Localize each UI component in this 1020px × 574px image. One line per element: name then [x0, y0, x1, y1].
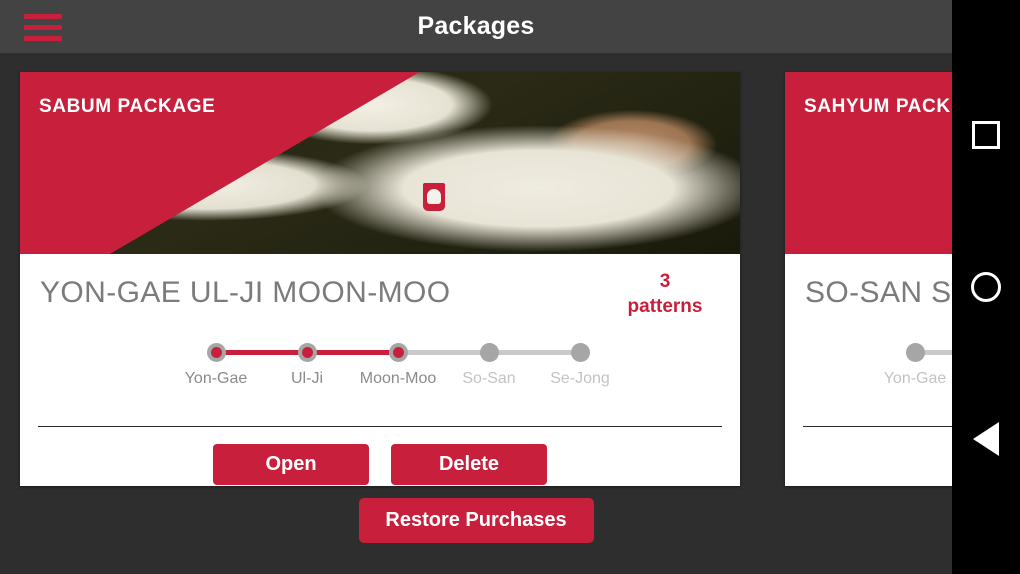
- delete-button[interactable]: Delete: [391, 444, 547, 485]
- stepper-node-label: Yon-Gae: [883, 370, 947, 387]
- stepper-node-label: So-San: [462, 370, 516, 387]
- stepper-node[interactable]: [206, 343, 226, 362]
- stepper-track-segment: [489, 350, 580, 355]
- package-card-body: SO-SAN SE- Yon-Gae: [785, 254, 952, 486]
- pattern-count-number: 3: [659, 271, 671, 292]
- android-navigation-bar: [952, 0, 1020, 574]
- stepper-node[interactable]: [570, 343, 590, 362]
- circle-home-icon[interactable]: [952, 253, 1020, 321]
- stepper-node[interactable]: [905, 343, 925, 362]
- package-name: SO-SAN SE-: [805, 276, 952, 309]
- stepper-track-segment: [398, 350, 489, 355]
- square-recents-icon[interactable]: [952, 101, 1020, 169]
- pattern-progress-stepper: Yon-Gae Ul-Ji Moon-Moo So-San Se-Jong: [20, 338, 740, 418]
- card-divider: [803, 426, 952, 427]
- package-actions: Open Delete: [20, 444, 740, 485]
- stepper-track-segment: [307, 350, 398, 355]
- triangle-glyph: [973, 422, 999, 456]
- package-banner-title: SAHYUM PACK: [804, 96, 951, 117]
- app-content: Packages SABUM PACKAGE YON-GAE UL-JI MOO…: [0, 0, 952, 574]
- package-name: YON-GAE UL-JI MOON-MOO: [40, 276, 451, 309]
- pattern-progress-stepper: Yon-Gae: [785, 338, 952, 418]
- card-divider: [38, 426, 722, 427]
- dobok-emblem-icon: [423, 183, 446, 212]
- square-glyph: [972, 121, 1000, 149]
- package-card[interactable]: SABUM PACKAGE YON-GAE UL-JI MOON-MOO 3 p…: [20, 72, 740, 486]
- package-pattern-count: 3 patterns: [610, 269, 720, 319]
- stepper-track-segment: [216, 350, 307, 355]
- stepper-node-label: Se-Jong: [550, 370, 610, 387]
- stepper-node[interactable]: [297, 343, 317, 362]
- circle-glyph: [971, 272, 1001, 302]
- restore-purchases-button[interactable]: Restore Purchases: [358, 498, 594, 543]
- stepper-node-label: Ul-Ji: [291, 370, 323, 387]
- stepper-node[interactable]: [388, 343, 408, 362]
- packages-carousel[interactable]: SABUM PACKAGE YON-GAE UL-JI MOON-MOO 3 p…: [0, 53, 952, 493]
- package-banner: SABUM PACKAGE: [20, 72, 740, 254]
- app-bar: Packages: [0, 0, 952, 53]
- package-card-body: YON-GAE UL-JI MOON-MOO 3 patterns Yon-Ga…: [20, 254, 740, 486]
- screen-root: Packages SABUM PACKAGE YON-GAE UL-JI MOO…: [0, 0, 1020, 574]
- open-button[interactable]: Open: [213, 444, 369, 485]
- stepper-node-label: Moon-Moo: [359, 370, 437, 387]
- package-banner: SAHYUM PACK: [785, 72, 952, 254]
- package-card[interactable]: SAHYUM PACK SO-SAN SE- Yon-Gae: [785, 72, 952, 486]
- page-title: Packages: [417, 12, 535, 40]
- pattern-count-unit: patterns: [627, 296, 703, 317]
- package-banner-title: SABUM PACKAGE: [39, 96, 216, 117]
- package-title-row: YON-GAE UL-JI MOON-MOO 3 patterns: [40, 269, 720, 320]
- triangle-back-icon[interactable]: [952, 405, 1020, 473]
- stepper-node-label: Yon-Gae: [184, 370, 248, 387]
- restore-purchases-area: Restore Purchases: [0, 498, 952, 543]
- package-title-row: SO-SAN SE-: [805, 272, 952, 320]
- stepper-node[interactable]: [479, 343, 499, 362]
